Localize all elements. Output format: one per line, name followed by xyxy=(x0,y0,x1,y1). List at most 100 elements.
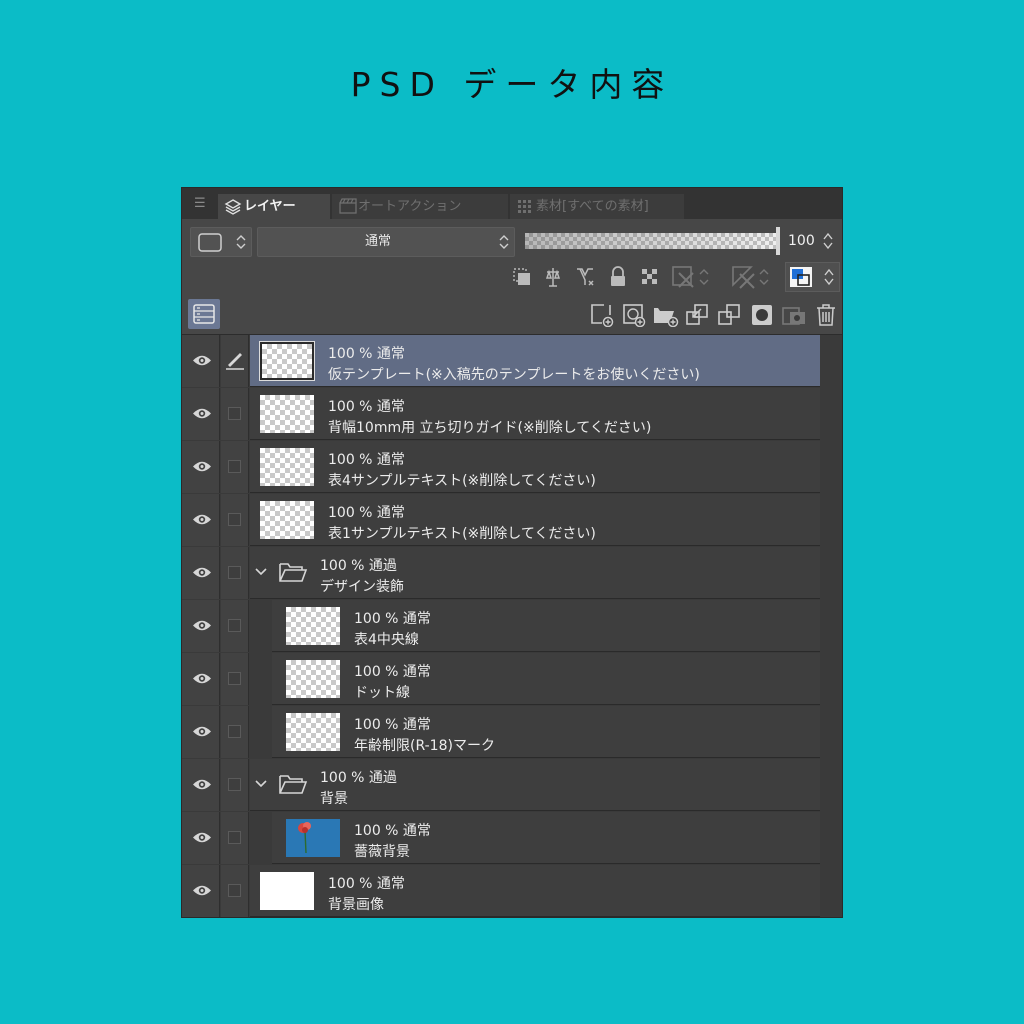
visibility-toggle[interactable] xyxy=(182,600,220,652)
layer-command-toolbar xyxy=(182,295,842,335)
layer-row[interactable]: 100 % 通常 薔薇背景 xyxy=(182,812,842,865)
reference-layer-icon[interactable] xyxy=(542,266,564,288)
layer-name: 背景画像 xyxy=(328,897,384,913)
draft-layer-icon[interactable] xyxy=(574,266,596,288)
panel-tab-bar: ☰ レイヤー オートアクション 素材[すべての素材] xyxy=(182,188,842,219)
opacity-slider-handle[interactable] xyxy=(776,227,780,255)
edit-target-cell[interactable] xyxy=(221,759,249,811)
clip-lower-layer-icon[interactable] xyxy=(511,266,533,288)
visibility-toggle[interactable] xyxy=(182,335,220,387)
layer-folder-row[interactable]: 100 % 通過 背景 xyxy=(182,759,842,812)
ruler-range-toggle[interactable] xyxy=(730,264,772,290)
layer-select-checkbox[interactable] xyxy=(228,778,241,791)
layer-select-checkbox[interactable] xyxy=(228,407,241,420)
edit-target-cell[interactable] xyxy=(221,388,249,440)
trash-icon[interactable] xyxy=(815,303,837,327)
layer-row[interactable]: 100 % 通常 仮テンプレート(※入稿先のテンプレートをお使いください) xyxy=(182,335,842,388)
layer-select-checkbox[interactable] xyxy=(228,884,241,897)
layer-content[interactable]: 100 % 通常 表4サンプルテキスト(※削除してください) xyxy=(250,441,822,493)
eye-icon xyxy=(193,408,211,419)
layer-list-scrollbar[interactable] xyxy=(820,335,842,917)
edit-target-cell[interactable] xyxy=(221,441,249,493)
layer-content[interactable]: 100 % 通過 背景 xyxy=(250,759,822,811)
layer-select-checkbox[interactable] xyxy=(228,619,241,632)
visibility-toggle[interactable] xyxy=(182,494,220,546)
layer-select-checkbox[interactable] xyxy=(228,460,241,473)
chevron-down-icon[interactable] xyxy=(254,779,268,789)
visibility-toggle[interactable] xyxy=(182,759,220,811)
layer-select-checkbox[interactable] xyxy=(228,672,241,685)
lock-transparent-pixels-icon[interactable] xyxy=(639,266,661,288)
layer-row[interactable]: 100 % 通常 ドット線 xyxy=(182,653,842,706)
chevron-down-icon[interactable] xyxy=(254,567,268,577)
edit-target-cell[interactable] xyxy=(221,547,249,599)
layer-content[interactable]: 100 % 通常 表1サンプルテキスト(※削除してください) xyxy=(250,494,822,546)
grid-icon xyxy=(518,200,531,213)
layer-properties: 100 % 通常 xyxy=(354,717,431,733)
tab-auto-action[interactable]: オートアクション xyxy=(332,194,508,219)
layer-content[interactable]: 100 % 通常 背幅10mm用 立ち切りガイド(※削除してください) xyxy=(250,388,822,440)
edit-target-cell[interactable] xyxy=(221,706,249,758)
updown-caret-icon xyxy=(824,268,834,286)
visibility-toggle[interactable] xyxy=(182,706,220,758)
layer-content[interactable]: 100 % 通過 デザイン装飾 xyxy=(250,547,822,599)
visibility-toggle[interactable] xyxy=(182,812,220,864)
visibility-toggle[interactable] xyxy=(182,653,220,705)
layer-content[interactable]: 100 % 通常 仮テンプレート(※入稿先のテンプレートをお使いください) xyxy=(250,335,822,387)
layer-row[interactable]: 100 % 通常 背幅10mm用 立ち切りガイド(※削除してください) xyxy=(182,388,842,441)
edit-target-cell[interactable] xyxy=(221,653,249,705)
opacity-stepper[interactable] xyxy=(823,232,833,250)
layer-row[interactable]: 100 % 通常 表4中央線 xyxy=(182,600,842,653)
lock-icon[interactable] xyxy=(608,266,628,288)
combine-to-lower-layer-icon[interactable] xyxy=(717,303,741,327)
layer-row[interactable]: 100 % 通常 年齢制限(R-18)マーク xyxy=(182,706,842,759)
visibility-toggle[interactable] xyxy=(182,865,220,917)
layer-row[interactable]: 100 % 通常 表1サンプルテキスト(※削除してください) xyxy=(182,494,842,547)
layer-list-toggle[interactable] xyxy=(188,299,220,329)
layer-content[interactable]: 100 % 通常 表4中央線 xyxy=(272,600,822,652)
layer-row[interactable]: 100 % 通常 背景画像 xyxy=(182,865,842,917)
layer-name: 背景 xyxy=(320,791,348,807)
create-layer-mask-icon[interactable] xyxy=(750,303,774,327)
opacity-slider[interactable] xyxy=(525,233,778,249)
layer-content[interactable]: 100 % 通常 背景画像 xyxy=(250,865,822,917)
layer-select-checkbox[interactable] xyxy=(228,725,241,738)
mask-enable-toggle[interactable] xyxy=(670,264,712,290)
edit-target-cell[interactable] xyxy=(221,812,249,864)
visibility-toggle[interactable] xyxy=(182,388,220,440)
eye-icon xyxy=(193,832,211,843)
edit-target-cell[interactable] xyxy=(221,600,249,652)
eye-icon xyxy=(193,355,211,366)
visibility-toggle[interactable] xyxy=(182,441,220,493)
layer-property-toolbar xyxy=(182,261,842,295)
panel-menu-icon[interactable]: ☰ xyxy=(194,196,206,211)
layer-content[interactable]: 100 % 通常 薔薇背景 xyxy=(272,812,822,864)
apply-mask-icon[interactable] xyxy=(781,303,807,327)
opacity-slider-fill xyxy=(525,233,778,249)
visibility-toggle[interactable] xyxy=(182,547,220,599)
layer-color-select[interactable] xyxy=(785,262,840,292)
transfer-to-lower-layer-icon[interactable] xyxy=(685,303,709,327)
expression-color-select[interactable] xyxy=(190,227,252,257)
layer-name: 薔薇背景 xyxy=(354,844,410,860)
layer-select-checkbox[interactable] xyxy=(228,831,241,844)
new-folder-icon[interactable] xyxy=(653,303,679,327)
edit-target-cell[interactable] xyxy=(221,865,249,917)
layer-properties: 100 % 通過 xyxy=(320,558,397,574)
layer-thumbnail xyxy=(260,448,314,486)
layer-row[interactable]: 100 % 通常 表4サンプルテキスト(※削除してください) xyxy=(182,441,842,494)
layer-select-checkbox[interactable] xyxy=(228,513,241,526)
tab-material[interactable]: 素材[すべての素材] xyxy=(510,194,684,219)
edit-target-cell[interactable] xyxy=(221,494,249,546)
layer-name: 仮テンプレート(※入稿先のテンプレートをお使いください) xyxy=(328,367,700,383)
tab-layer[interactable]: レイヤー xyxy=(218,194,330,219)
edit-target-cell[interactable] xyxy=(221,335,249,387)
new-vector-layer-icon[interactable] xyxy=(622,303,646,327)
tab-auto-action-label: オートアクション xyxy=(358,199,462,214)
layer-content[interactable]: 100 % 通常 ドット線 xyxy=(272,653,822,705)
layer-content[interactable]: 100 % 通常 年齢制限(R-18)マーク xyxy=(272,706,822,758)
layer-select-checkbox[interactable] xyxy=(228,566,241,579)
new-raster-layer-icon[interactable] xyxy=(590,303,614,327)
layer-folder-row[interactable]: 100 % 通過 デザイン装飾 xyxy=(182,547,842,600)
blend-mode-select[interactable]: 通常 xyxy=(257,227,515,257)
